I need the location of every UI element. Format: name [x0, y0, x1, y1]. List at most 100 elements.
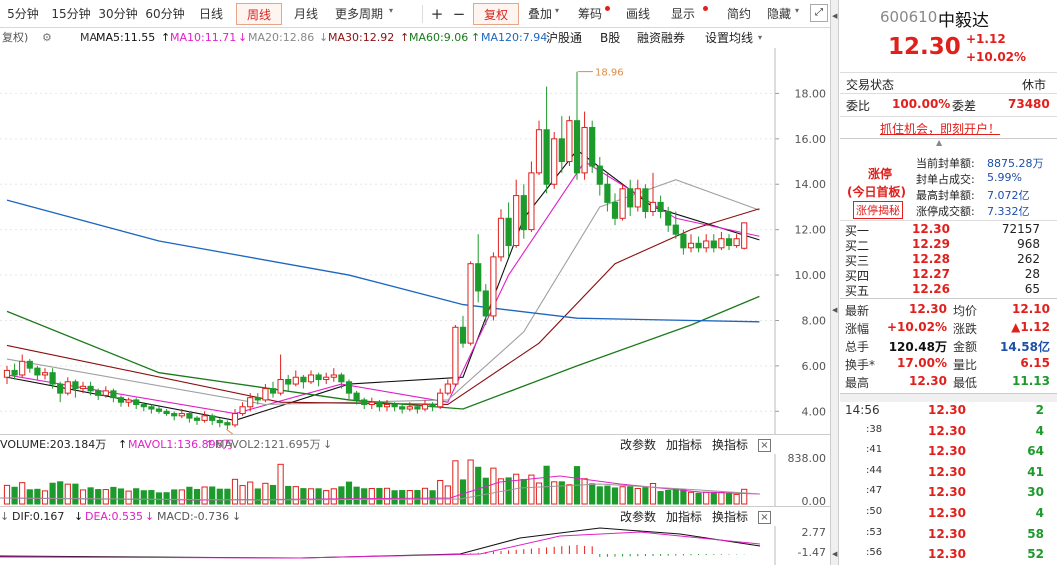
volume-bar: [216, 488, 223, 505]
chevron-up-icon[interactable]: ▲: [936, 138, 942, 147]
close-icon[interactable]: ×: [758, 439, 771, 452]
limit-up-label: 涨停: [868, 167, 893, 181]
display-button[interactable]: 显示: [668, 3, 698, 25]
tab-30min[interactable]: 30分钟: [97, 3, 139, 25]
price-change-pct: +10.02%: [966, 50, 1027, 64]
chevron-left-icon[interactable]: ◀: [832, 306, 837, 314]
chevron-left-icon[interactable]: ◀: [832, 550, 837, 558]
volume-bar: [79, 489, 87, 505]
tab-5min[interactable]: 5分钟: [2, 3, 44, 25]
tick-time: :44: [866, 464, 883, 476]
seal-ratio-label: 封单占成交:: [916, 173, 975, 186]
more-periods-dropdown[interactable]: 更多周期: [331, 3, 387, 25]
arrow-down-icon: ↓: [0, 510, 10, 523]
candle: [3, 365, 11, 385]
tick-price: 12.30: [928, 403, 966, 417]
chevron-left-icon[interactable]: ◀: [832, 12, 837, 20]
divider: [840, 93, 1057, 94]
volume-bar: [452, 460, 459, 505]
margin-button[interactable]: 融资融券: [637, 28, 685, 48]
candle-body: [125, 399, 132, 403]
zoom-out-button[interactable]: −: [450, 3, 468, 25]
macd-edit-params-button[interactable]: 改参数: [620, 507, 656, 527]
candle-body: [627, 188, 634, 208]
candle-body: [34, 367, 41, 376]
tick-time: :50: [866, 506, 883, 517]
candle-body: [133, 399, 140, 405]
hide-button[interactable]: 隐藏: [764, 3, 794, 25]
tab-15min[interactable]: 15分钟: [50, 3, 92, 25]
volume-bar: [543, 465, 550, 505]
candle: [19, 354, 26, 378]
candle: [361, 397, 368, 410]
hgt-button[interactable]: 沪股通: [546, 28, 582, 48]
dea-value: DEA:0.535: [85, 510, 143, 523]
vol-edit-params-button[interactable]: 改参数: [620, 435, 656, 455]
candle: [292, 370, 299, 387]
volume-bar: [323, 490, 330, 505]
stock-name: 中毅达: [938, 11, 989, 31]
ma-label: MA: [80, 31, 98, 44]
close-icon[interactable]: ×: [758, 511, 771, 524]
fullscreen-icon[interactable]: ⤢: [810, 4, 828, 22]
candle: [117, 395, 125, 407]
candle-body: [421, 403, 429, 410]
tab-60min[interactable]: 60分钟: [144, 3, 186, 25]
trade-status-label: 交易状态: [846, 78, 895, 92]
macd-switch-indicator-button[interactable]: 换指标: [712, 507, 748, 527]
chips-button[interactable]: 筹码: [575, 3, 605, 25]
vol-switch-indicator-button[interactable]: 换指标: [712, 435, 748, 455]
ma-settings-dropdown[interactable]: 设置均线: [705, 28, 753, 48]
arrow-down-icon: ↓: [74, 510, 84, 523]
bid-price: 12.26: [912, 282, 950, 296]
seal-ratio-value: 5.99%: [987, 171, 1022, 184]
adjust-dropdown[interactable]: 复权: [473, 3, 519, 25]
volume-chart: 838.00 0.00: [0, 454, 826, 506]
candle-body: [140, 403, 147, 408]
candle: [475, 234, 482, 303]
candle-body: [657, 201, 664, 212]
tab-month[interactable]: 月线: [290, 3, 322, 25]
candle-body: [87, 385, 94, 392]
overlay-button[interactable]: 叠加: [525, 3, 555, 25]
bid-volume: 262: [1017, 252, 1040, 266]
ma-line-ma20: [6, 179, 760, 406]
candle-body: [209, 415, 216, 421]
candle-body: [338, 374, 345, 383]
tick-price: 12.30: [928, 444, 966, 459]
y-tick-label: 8.00: [802, 314, 827, 327]
candle-body: [186, 413, 193, 419]
zoom-in-button[interactable]: +: [428, 3, 446, 25]
tab-day[interactable]: 日线: [195, 3, 227, 25]
chevron-down-icon: ▾: [795, 6, 800, 15]
volume-bar: [437, 479, 444, 505]
volume-bar: [300, 488, 307, 505]
volume-bar: [155, 492, 163, 505]
volume-bar: [414, 490, 421, 505]
candle: [133, 397, 140, 410]
candle: [718, 231, 725, 251]
candle-body: [277, 379, 284, 394]
candle: [513, 179, 520, 248]
panel-collapse-bar[interactable]: ◀ ◀ ◀: [830, 0, 839, 565]
volume-bar: [110, 486, 117, 505]
volume-bar: [19, 482, 26, 505]
candle: [657, 195, 664, 219]
macd-add-indicator-button[interactable]: 加指标: [666, 507, 702, 527]
tab-week[interactable]: 周线: [236, 3, 282, 25]
candle: [323, 372, 330, 385]
settings-icon[interactable]: ⚙: [42, 28, 52, 48]
candle: [193, 415, 201, 425]
vol-add-indicator-button[interactable]: 加指标: [666, 435, 702, 455]
simple-button[interactable]: 简约: [724, 3, 754, 25]
divider: [840, 72, 1057, 73]
open-account-link[interactable]: 抓住机会，即刻开户！: [880, 120, 1000, 137]
limit-up-reveal-button[interactable]: 涨停揭秘: [853, 201, 903, 219]
kline-chart[interactable]: 18.00 16.00 14.00 12.00 10.00 8.00 6.00 4.00 18.…: [0, 48, 830, 434]
bshare-button[interactable]: B股: [600, 28, 620, 48]
volume-bar: [209, 486, 216, 505]
candle-body: [3, 369, 11, 378]
candle-body: [11, 369, 18, 376]
draw-button[interactable]: 画线: [623, 3, 653, 25]
candle-body: [224, 422, 231, 426]
